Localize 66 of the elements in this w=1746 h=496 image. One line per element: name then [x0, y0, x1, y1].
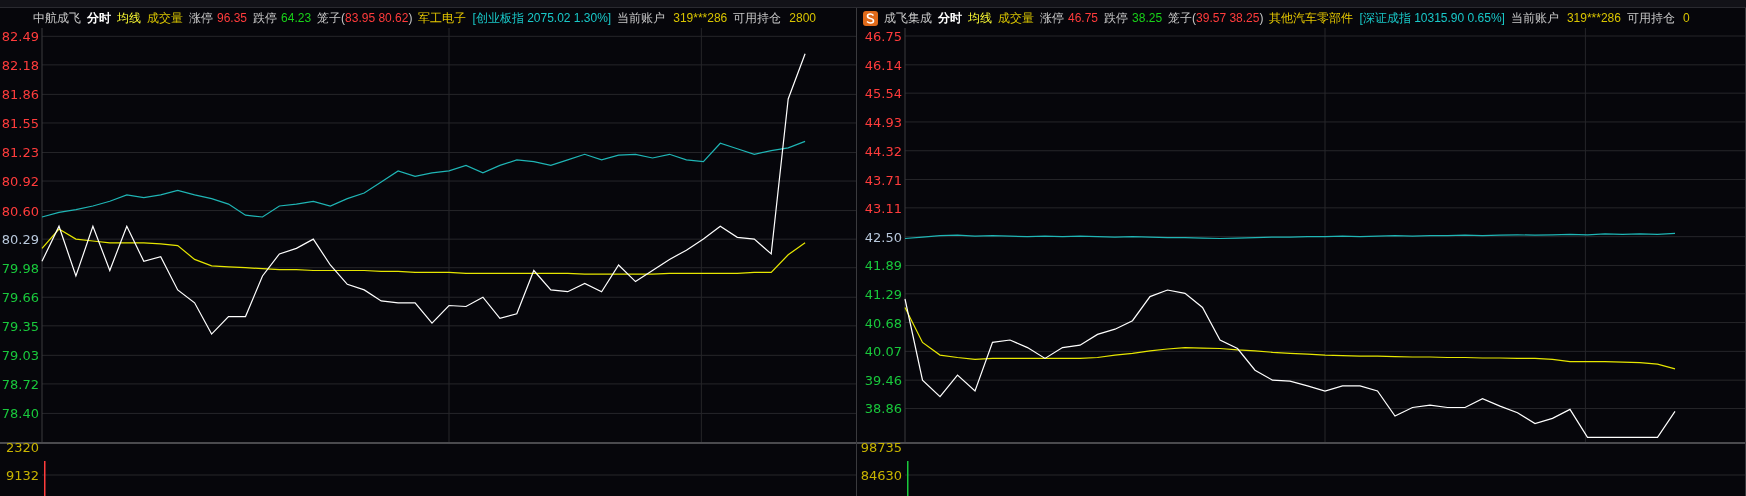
price-axis-label: 81.86: [1, 87, 39, 103]
price-axis-label: 40.07: [864, 344, 902, 360]
average-line-toggle[interactable]: 均线: [117, 9, 141, 27]
index-quote: [创业板指 2075.02 1.30%]: [472, 10, 612, 27]
intraday-tab[interactable]: 分时: [87, 9, 111, 27]
account-number: 319***286: [673, 10, 728, 27]
price-axis-label: 46.75: [864, 29, 902, 45]
price-axis-label: 79.66: [1, 290, 39, 306]
limit-up-price: 46.75: [1068, 10, 1099, 27]
price-axis-label: 82.18: [1, 57, 39, 73]
average-line-toggle[interactable]: 均线: [968, 9, 992, 27]
volume-axis-label: 98735: [860, 440, 902, 455]
price-axis-label: 79.03: [1, 348, 39, 364]
limit-down-label: 跌停: [253, 10, 278, 27]
price-axis-label: 78.72: [1, 376, 39, 392]
intraday-tab[interactable]: 分时: [938, 9, 962, 27]
price-axis-label: 41.29: [864, 286, 902, 302]
volume-axis-label: 84630: [860, 468, 902, 483]
price-axis-label: 82.49: [1, 29, 39, 45]
price-axis-label: 81.55: [1, 115, 39, 131]
holding-label: 可用持仓: [733, 10, 782, 27]
price-axis-label: 38.86: [864, 401, 902, 417]
price-axis-label: 41.89: [864, 258, 902, 274]
price-axis-label: 80.29: [1, 232, 39, 248]
price-axis-label: 78.40: [1, 406, 39, 422]
sector-name: 其他汽车零部件: [1269, 10, 1354, 27]
price-axis-label: 46.14: [864, 57, 902, 73]
price-axis-label: 80.60: [1, 203, 39, 219]
holding-quantity: 0: [1682, 10, 1690, 27]
sector-name: 军工电子: [418, 10, 467, 27]
price-cage-bracket: ): [1259, 10, 1264, 27]
stock-name: 成飞集成: [884, 10, 932, 27]
volume-toggle[interactable]: 成交量: [998, 9, 1034, 27]
price-axis-label: 39.46: [864, 373, 902, 389]
limit-down-price: 64.23: [281, 10, 312, 27]
limit-down-label: 跌停: [1104, 10, 1129, 27]
stock-name: 中航成飞: [33, 10, 81, 27]
price-cage-label: 笼子(: [1168, 10, 1197, 27]
price-cage-label: 笼子(: [317, 10, 346, 27]
price-axis-label: 44.93: [864, 114, 902, 130]
limit-up-label: 涨停: [1040, 10, 1064, 27]
volume-axis-label: 2320: [5, 440, 39, 455]
price-axis-label: 43.11: [864, 200, 902, 216]
price-axis-label: 79.35: [1, 318, 39, 334]
price-axis-label: 45.54: [864, 86, 902, 102]
account-label: 当前账户: [1510, 10, 1559, 27]
holding-label: 可用持仓: [1626, 10, 1675, 27]
price-cage-bracket: ): [408, 10, 413, 27]
limit-up-price: 96.35: [217, 10, 248, 27]
price-axis-label: 80.92: [1, 174, 39, 190]
price-axis-label: 42.50: [864, 229, 902, 245]
account-label: 当前账户: [617, 10, 666, 27]
volume-axis-label: 9132: [5, 468, 39, 483]
account-number: 319***286: [1566, 10, 1621, 27]
price-axis-label: 79.98: [1, 260, 39, 276]
price-axis-label: 44.32: [864, 143, 902, 159]
limit-up-label: 涨停: [189, 10, 213, 27]
index-quote: [深证成指 10315.90 0.65%]: [1359, 10, 1505, 27]
price-cage-range: 83.95 80.62: [345, 10, 409, 27]
price-axis-label: 43.71: [864, 172, 902, 188]
holding-quantity: 2800: [789, 10, 816, 27]
price-axis-label: 81.23: [1, 145, 39, 161]
limit-down-price: 38.25: [1132, 10, 1163, 27]
price-axis-label: 40.68: [864, 315, 902, 331]
volume-toggle[interactable]: 成交量: [147, 9, 183, 27]
price-cage-range: 39.57 38.25: [1196, 10, 1260, 27]
